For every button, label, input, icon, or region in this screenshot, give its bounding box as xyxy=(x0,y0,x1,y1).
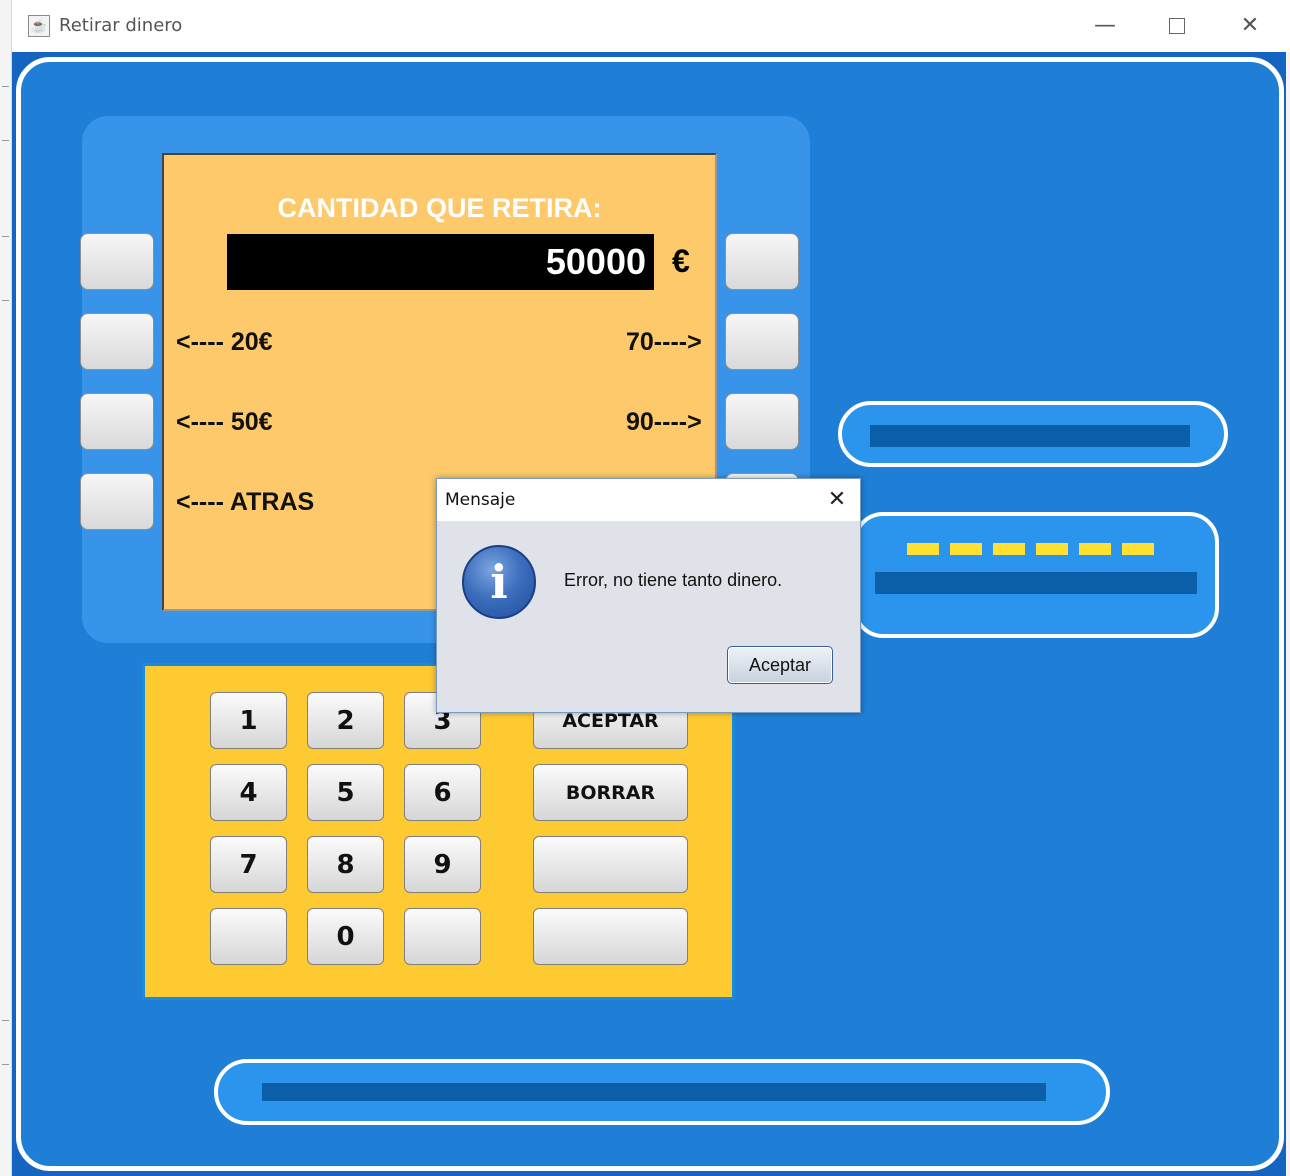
cash-dispenser-slot xyxy=(214,1059,1110,1125)
blank-key-left[interactable] xyxy=(210,908,287,965)
key-7[interactable]: 7 xyxy=(210,836,287,893)
window-titlebar: ☕ Retirar dinero — ✕ xyxy=(12,0,1290,52)
left-function-button-3[interactable] xyxy=(80,393,154,450)
dialog-close-button[interactable]: ✕ xyxy=(819,483,855,517)
option-back: <---- ATRAS xyxy=(176,488,315,516)
key-9[interactable]: 9 xyxy=(404,836,481,893)
right-function-button-3[interactable] xyxy=(725,393,799,450)
blank-wide-key-2[interactable] xyxy=(533,908,688,965)
card-slot xyxy=(838,401,1228,467)
dialog-ok-button[interactable]: Aceptar xyxy=(727,646,833,684)
key-0[interactable]: 0 xyxy=(307,908,384,965)
dialog-titlebar: Mensaje ✕ xyxy=(437,479,860,521)
message-dialog: Mensaje ✕ i Error, no tiene tanto dinero… xyxy=(436,478,861,713)
right-function-button-2[interactable] xyxy=(725,313,799,370)
info-icon: i xyxy=(462,545,536,619)
option-90: 90----> xyxy=(626,408,702,436)
option-50: <---- 50€ xyxy=(176,408,273,436)
close-button[interactable]: ✕ xyxy=(1230,9,1270,43)
dialog-title: Mensaje xyxy=(445,490,516,510)
card-slot-opening xyxy=(870,425,1190,447)
pin-dashes xyxy=(907,543,1157,555)
amount-display: 50000 xyxy=(227,234,654,290)
option-70: 70----> xyxy=(626,328,702,356)
option-20: <---- 20€ xyxy=(176,328,273,356)
java-app-icon: ☕ xyxy=(28,15,50,37)
window-title: Retirar dinero xyxy=(59,15,183,36)
pin-display-bar xyxy=(875,572,1197,594)
cash-dispenser-opening xyxy=(262,1083,1046,1101)
maximize-button[interactable] xyxy=(1157,9,1197,43)
key-4[interactable]: 4 xyxy=(210,764,287,821)
key-2[interactable]: 2 xyxy=(307,692,384,749)
app-root: ☕ Retirar dinero — ✕ CANTIDAD QUE RETIRA… xyxy=(0,0,1290,1176)
key-8[interactable]: 8 xyxy=(307,836,384,893)
clear-key[interactable]: BORRAR xyxy=(533,764,688,821)
keypad: 1 2 3 ACEPTAR 4 5 6 BORRAR 7 8 9 0 xyxy=(142,663,735,1000)
left-function-button-2[interactable] xyxy=(80,313,154,370)
blank-key-right[interactable] xyxy=(404,908,481,965)
left-function-button-1[interactable] xyxy=(80,233,154,290)
background-window-edge xyxy=(0,0,12,1176)
screen-title: CANTIDAD QUE RETIRA: xyxy=(277,193,602,223)
dialog-message: Error, no tiene tanto dinero. xyxy=(564,570,783,590)
maximize-icon xyxy=(1169,18,1185,34)
key-1[interactable]: 1 xyxy=(210,692,287,749)
currency-symbol: € xyxy=(672,243,690,279)
right-function-button-1[interactable] xyxy=(725,233,799,290)
left-function-button-4[interactable] xyxy=(80,473,154,530)
blank-wide-key-1[interactable] xyxy=(533,836,688,893)
pin-display xyxy=(853,512,1219,638)
minimize-button[interactable]: — xyxy=(1085,9,1125,43)
key-5[interactable]: 5 xyxy=(307,764,384,821)
key-6[interactable]: 6 xyxy=(404,764,481,821)
